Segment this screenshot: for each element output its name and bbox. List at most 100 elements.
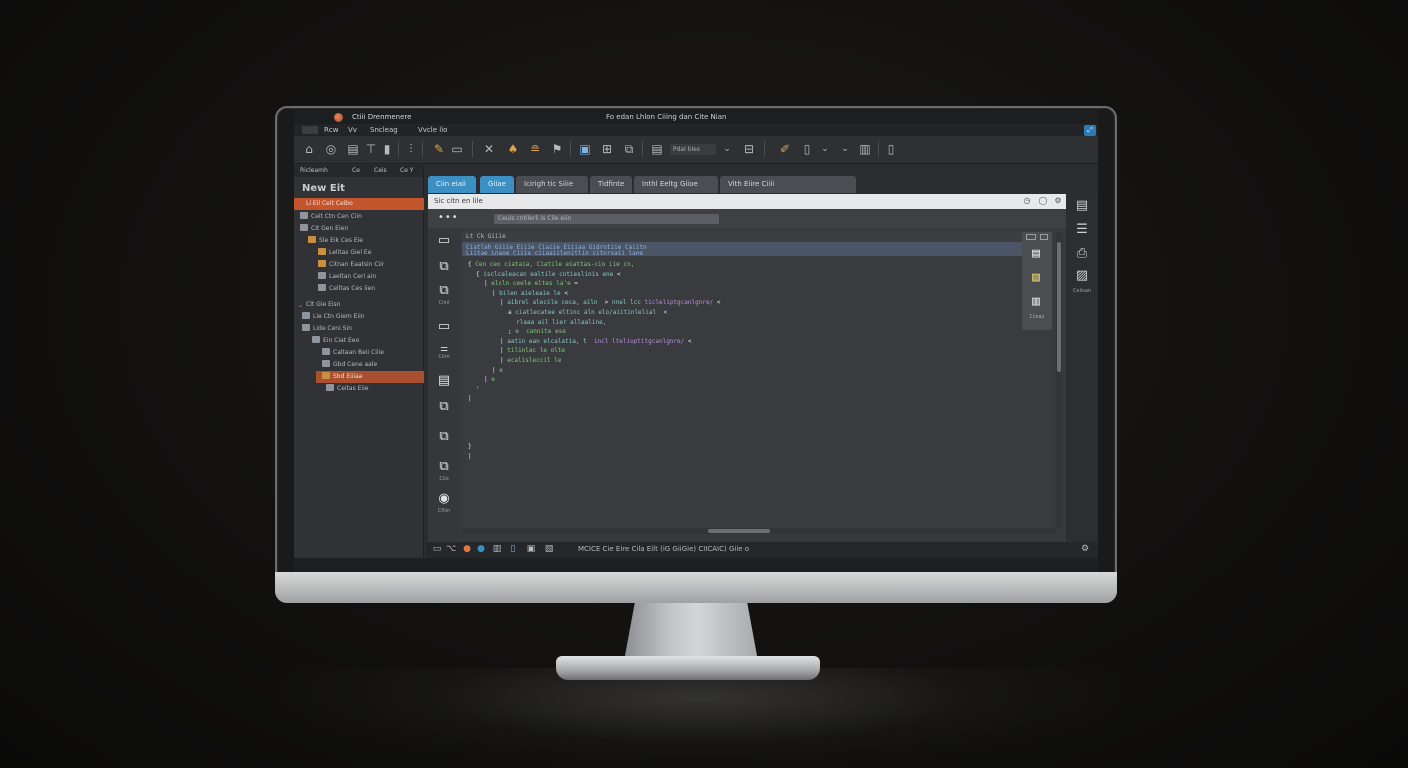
more-options-icon[interactable]: ••• bbox=[438, 212, 459, 223]
window-icon[interactable] bbox=[1040, 234, 1048, 240]
code-token: } bbox=[468, 443, 472, 451]
list-icon[interactable]: ☰ bbox=[1074, 222, 1090, 238]
page-icon[interactable]: ▤ bbox=[346, 142, 360, 156]
code-line: | bilen aieleaie le < bbox=[492, 289, 568, 298]
settings-icon[interactable]: ⚙ bbox=[1053, 196, 1063, 206]
file-icon[interactable]: ▯ bbox=[800, 142, 814, 156]
grid-icon[interactable]: ⊞ bbox=[600, 142, 614, 156]
minimize-icon[interactable]: ◯ bbox=[1038, 196, 1048, 206]
tab-panel-2[interactable]: Ce bbox=[352, 167, 360, 174]
image-icon[interactable]: ▧ bbox=[544, 544, 554, 554]
globe-icon[interactable]: ◎ bbox=[324, 142, 338, 156]
tree-item[interactable]: Lide Ceni Sin bbox=[302, 323, 352, 335]
tab-panel-3[interactable]: Ceis bbox=[374, 167, 387, 174]
pin-icon[interactable]: ⊤ bbox=[364, 142, 378, 156]
tree-item[interactable]: Sbd Eiiiaa bbox=[316, 371, 424, 383]
menu-item-4[interactable]: Vvcle lio bbox=[418, 126, 447, 134]
help-icon[interactable]: ◉ bbox=[436, 492, 452, 506]
image-icon[interactable]: ▧ bbox=[1028, 270, 1044, 286]
tree-item[interactable]: Lelitas Giel Ee bbox=[318, 247, 371, 259]
tab-file-6[interactable]: Vith Eiire Ciiii bbox=[720, 176, 856, 193]
horizontal-scrollbar[interactable] bbox=[462, 528, 1056, 534]
split-view-icon[interactable]: ▯ bbox=[508, 544, 518, 554]
monitor-icon[interactable]: ▭ bbox=[436, 320, 452, 334]
tree-item[interactable]: ⌄ Clt Gie Eisn bbox=[298, 299, 340, 311]
window-maximize-button[interactable]: ⤢ bbox=[1084, 125, 1096, 136]
menu-logo-icon[interactable] bbox=[302, 126, 318, 134]
document-icon[interactable]: ▤ bbox=[1074, 198, 1090, 214]
document-icon[interactable]: ▤ bbox=[436, 374, 452, 388]
stack-icon[interactable]: ≘ bbox=[528, 142, 542, 156]
tree-item[interactable]: Laeltan Ceri ain bbox=[318, 271, 376, 283]
tree-item[interactable]: Citnan Eaatsin Ciir bbox=[318, 259, 384, 271]
side-label: Ciim bbox=[438, 354, 450, 360]
tab-file-2[interactable]: Giiae bbox=[480, 176, 514, 193]
chevron-down-icon[interactable]: ⌄ bbox=[720, 142, 734, 156]
preview-icon[interactable]: ▣ bbox=[526, 544, 536, 554]
chevron-down-icon[interactable]: ⌄ bbox=[818, 142, 832, 156]
document-icon[interactable]: ▤ bbox=[650, 142, 664, 156]
monitor-icon[interactable]: ▭ bbox=[450, 142, 464, 156]
copy-icon[interactable]: ⧉ bbox=[436, 284, 452, 298]
window-icon[interactable] bbox=[1026, 234, 1036, 240]
tab-file-1[interactable]: Ciin eiaii bbox=[428, 176, 476, 193]
branch-icon[interactable]: ⌥ bbox=[446, 544, 456, 554]
copy-icon[interactable]: ⧉ bbox=[436, 400, 452, 414]
tree-item[interactable]: Ceitas Eiie bbox=[326, 383, 368, 395]
panel-icon[interactable]: ▥ bbox=[858, 142, 872, 156]
copy-icon[interactable]: ⧉ bbox=[436, 430, 452, 444]
tree-item[interactable]: Sle Eik Ces Eie bbox=[308, 235, 363, 247]
tree-item[interactable]: Gbd Cene aale bbox=[322, 359, 377, 371]
code-editor[interactable]: Lt Ck Giiie Ciatlah Giiie Eiiie Ciaiie E… bbox=[462, 232, 1054, 528]
printer-icon[interactable]: ⎙ bbox=[1074, 246, 1090, 262]
warning-icon[interactable]: ● bbox=[462, 544, 472, 554]
menu-item-2[interactable]: Vv bbox=[348, 126, 357, 134]
document-icon[interactable]: ▤ bbox=[1028, 246, 1044, 262]
cube-icon[interactable]: ▣ bbox=[578, 142, 592, 156]
tree-item[interactable]: Cit Gen Eien bbox=[300, 223, 348, 235]
sync-icon[interactable]: ● bbox=[476, 544, 486, 554]
clock-icon[interactable]: ◷ bbox=[1022, 196, 1032, 206]
vertical-scrollbar[interactable] bbox=[1056, 232, 1062, 528]
paint-icon[interactable]: ✎ bbox=[432, 142, 446, 156]
brush-icon[interactable]: ♠ bbox=[506, 142, 520, 156]
sidebar-toggle-icon[interactable]: ▯ bbox=[884, 142, 898, 156]
flag-icon[interactable]: ⚑ bbox=[550, 142, 564, 156]
tree-item[interactable]: Caltaan Beii Ciiie bbox=[322, 347, 384, 359]
image-icon[interactable]: ▨ bbox=[1074, 268, 1090, 284]
tree-item[interactable]: Celltas Ces iien bbox=[318, 283, 375, 295]
tree-item[interactable]: Ein Ciat Eeo bbox=[312, 335, 359, 347]
tree-item-label: Caltaan Beii Ciiie bbox=[333, 349, 384, 356]
tree-item[interactable]: Ceit Ctn Cen Ciin bbox=[300, 211, 362, 223]
tab-panel-4[interactable]: Ce Y bbox=[400, 167, 413, 174]
split-icon[interactable]: ⫶ bbox=[404, 142, 418, 156]
save-icon[interactable]: ⊟ bbox=[742, 142, 756, 156]
menu-item-3[interactable]: Sncleag bbox=[370, 126, 398, 134]
settings-icon[interactable]: ⚙ bbox=[1080, 544, 1090, 554]
toolbar-select[interactable]: Pdal bles bbox=[670, 144, 716, 155]
menu-item-1[interactable]: Rcw bbox=[324, 126, 338, 134]
tag-icon[interactable]: ✐ bbox=[778, 142, 792, 156]
side-label: Ciinl bbox=[438, 300, 450, 306]
copy-icon[interactable]: ⧉ bbox=[436, 260, 452, 274]
monitor-icon[interactable]: ▭ bbox=[436, 234, 452, 248]
home-icon[interactable]: ⌂ bbox=[302, 142, 316, 156]
tab-file-5[interactable]: Inthl Eeltg Giioe bbox=[634, 176, 718, 193]
tools-icon[interactable]: ✕ bbox=[482, 142, 496, 156]
scroll-thumb[interactable] bbox=[1057, 242, 1061, 372]
clipboard-icon[interactable]: ▥ bbox=[1028, 294, 1044, 310]
copy-icon[interactable]: ⧉ bbox=[436, 460, 452, 474]
tab-file-3[interactable]: Icirigh tic Siiie bbox=[516, 176, 588, 193]
tab-project[interactable]: Ricleamh bbox=[300, 167, 328, 174]
tree-item[interactable]: Lie Ctn Giem Eiin bbox=[302, 311, 365, 323]
path-input[interactable]: Ceuls cntilerli is Cile eiin bbox=[494, 214, 719, 224]
code-token: | bbox=[468, 395, 472, 403]
terminal-icon[interactable]: ▭ bbox=[432, 544, 442, 554]
tree-item[interactable]: Li Eil Ceit Ceibo bbox=[294, 198, 424, 210]
device-icon[interactable]: ▮ bbox=[380, 142, 394, 156]
chevron-down-icon[interactable]: ⌄ bbox=[838, 142, 852, 156]
columns-icon[interactable]: ▥ bbox=[492, 544, 502, 554]
copy-icon[interactable]: ⧉ bbox=[622, 142, 636, 156]
tab-file-4[interactable]: Tidfinte bbox=[590, 176, 632, 193]
scroll-thumb[interactable] bbox=[708, 529, 770, 533]
